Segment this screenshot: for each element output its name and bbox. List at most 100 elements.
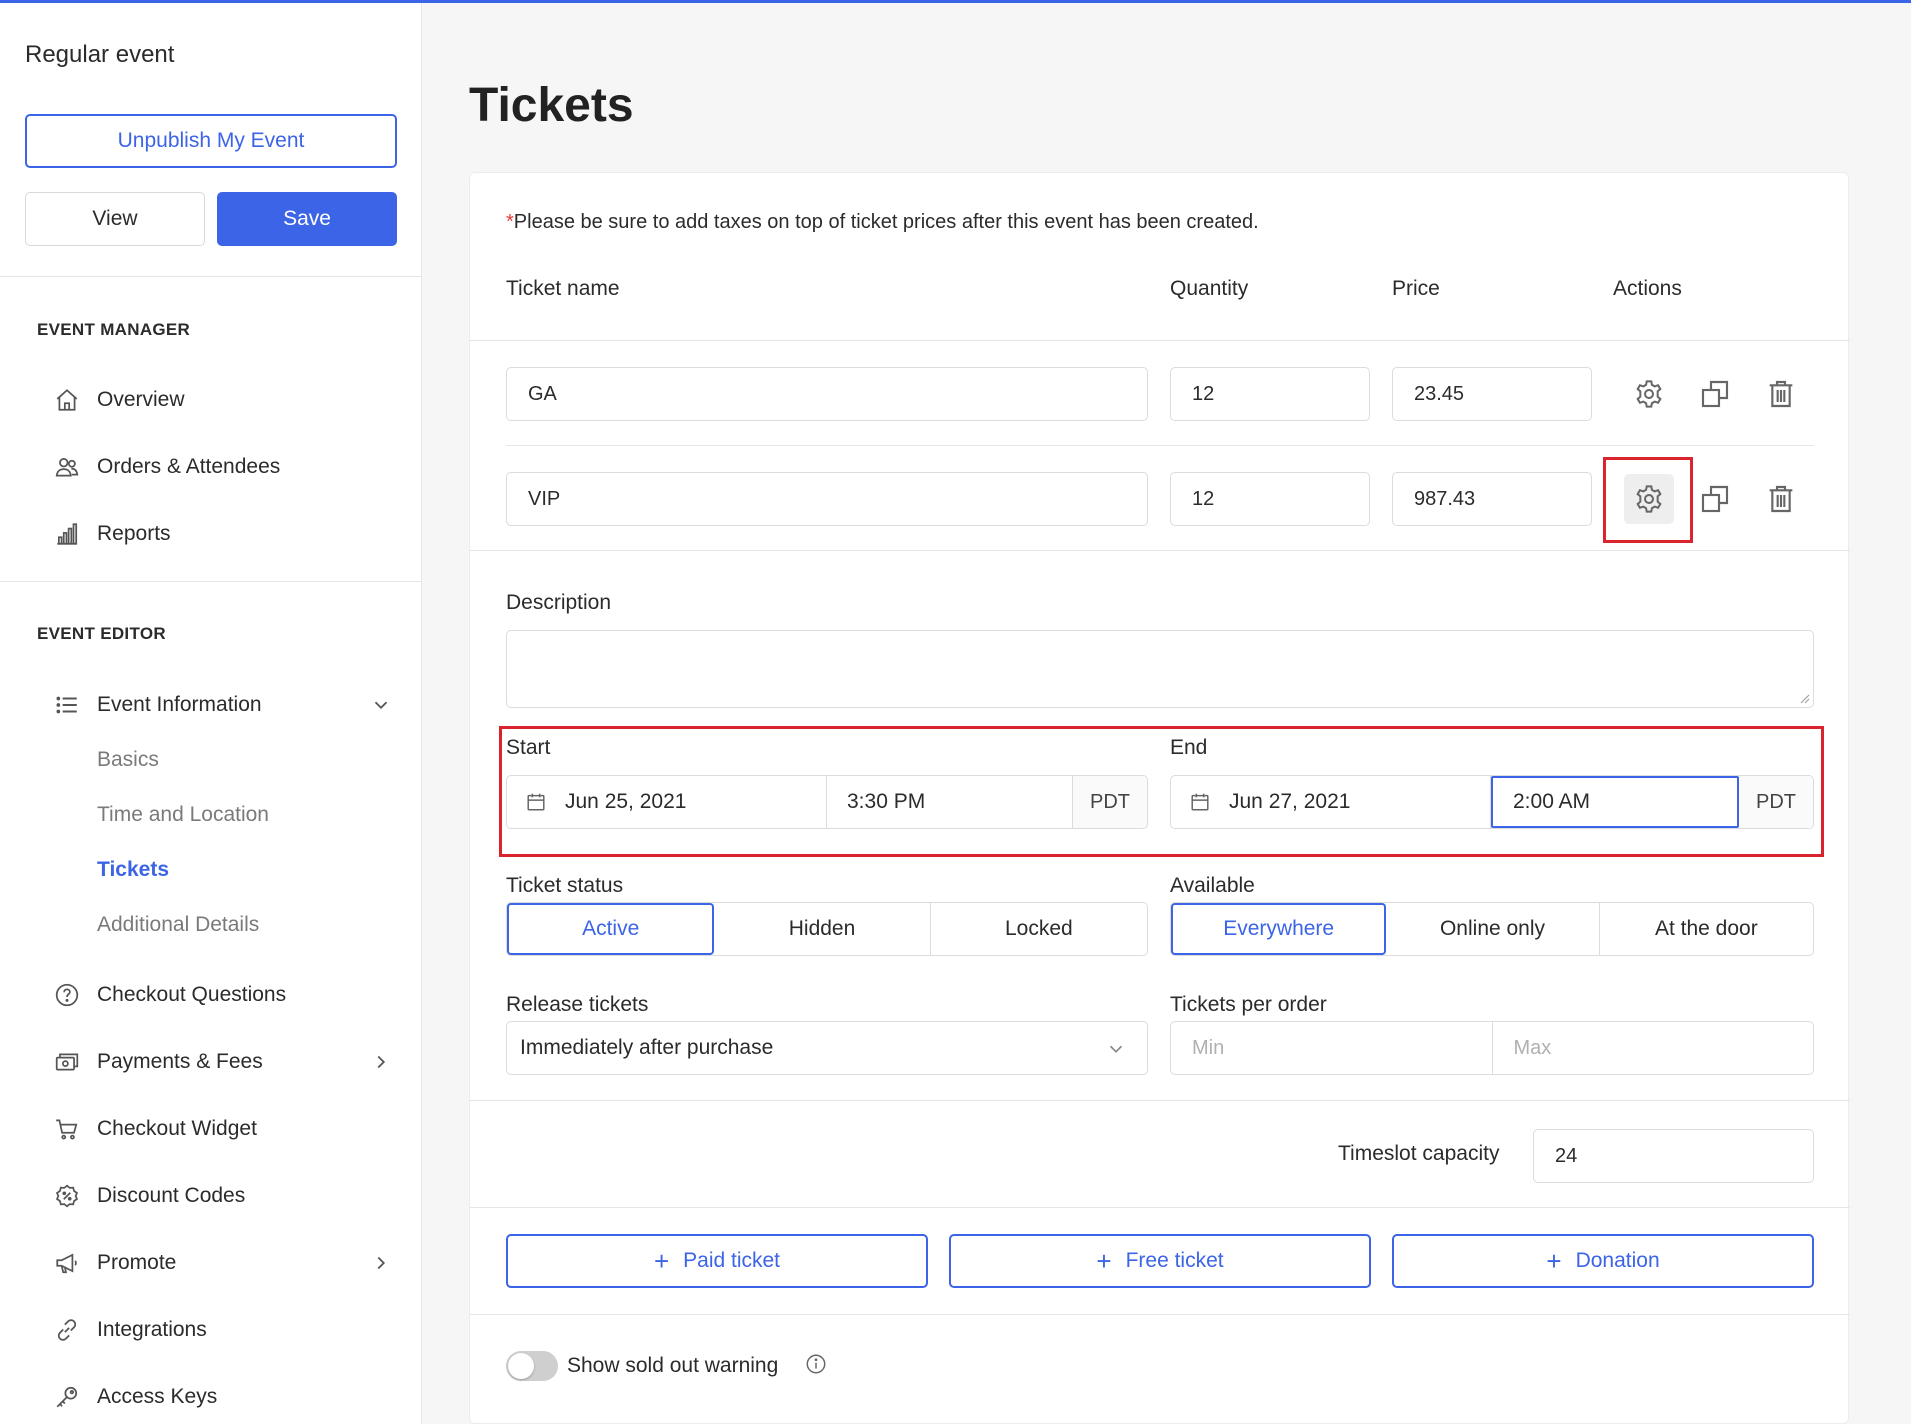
- resize-grip-icon[interactable]: [1798, 692, 1810, 704]
- status-option-active[interactable]: Active: [507, 903, 715, 955]
- sidebar-item-overview[interactable]: Overview: [52, 382, 392, 418]
- section-divider: [470, 1100, 1850, 1101]
- link-icon: [52, 1315, 82, 1345]
- save-button[interactable]: Save: [217, 192, 397, 246]
- sold-out-warning-toggle[interactable]: [506, 1351, 558, 1381]
- gear-icon[interactable]: [1629, 374, 1669, 414]
- release-tickets-select[interactable]: Immediately after purchase: [506, 1021, 1148, 1075]
- chevron-right-icon[interactable]: [370, 1252, 392, 1274]
- sidebar-divider: [0, 581, 421, 582]
- sidebar-item-checkout-questions[interactable]: Checkout Questions: [52, 977, 392, 1013]
- sidebar-subitem-basics[interactable]: Basics: [97, 748, 159, 772]
- release-tickets-value: Immediately after purchase: [520, 1036, 774, 1059]
- unpublish-button[interactable]: Unpublish My Event: [25, 114, 397, 168]
- trash-icon[interactable]: [1761, 374, 1801, 414]
- header-divider: [470, 340, 1850, 341]
- sidebar-item-reports[interactable]: Reports: [52, 516, 392, 552]
- add-free-ticket-button[interactable]: + Free ticket: [949, 1234, 1371, 1288]
- event-editor-heading: EVENT EDITOR: [37, 624, 166, 643]
- bar-chart-icon: [52, 519, 82, 549]
- users-icon: [52, 452, 82, 482]
- ticket-quantity-input[interactable]: 12: [1170, 367, 1370, 421]
- add-free-ticket-label: Free ticket: [1125, 1249, 1224, 1272]
- trash-icon[interactable]: [1761, 479, 1801, 519]
- tax-notice-text: Please be sure to add taxes on top of ti…: [513, 211, 1259, 233]
- ticket-status-label: Ticket status: [506, 874, 624, 897]
- sidebar-item-label: Discount Codes: [97, 1184, 246, 1207]
- sidebar-item-payments-fees[interactable]: Payments & Fees: [52, 1044, 392, 1080]
- sidebar-subitem-tickets[interactable]: Tickets: [97, 858, 169, 882]
- ticket-price-input[interactable]: 23.45: [1392, 367, 1592, 421]
- duplicate-icon[interactable]: [1695, 374, 1735, 414]
- view-button[interactable]: View: [25, 192, 205, 246]
- tickets-per-order-inputs: Min Max: [1170, 1021, 1814, 1075]
- column-header-ticket-name: Ticket name: [506, 277, 620, 300]
- sidebar-item-label: Payments & Fees: [97, 1050, 263, 1073]
- sidebar-item-label: Checkout Questions: [97, 983, 287, 1006]
- max-input[interactable]: Max: [1493, 1022, 1814, 1074]
- sidebar-item-checkout-widget[interactable]: Checkout Widget: [52, 1111, 392, 1147]
- ticket-quantity-input[interactable]: 12: [1170, 472, 1370, 526]
- question-circle-icon: [52, 980, 82, 1010]
- sidebar-item-event-information[interactable]: Event Information: [52, 687, 392, 723]
- info-icon[interactable]: [805, 1353, 827, 1375]
- sidebar-item-label: Event Information: [97, 693, 262, 716]
- available-label: Available: [1170, 874, 1255, 897]
- description-label: Description: [506, 591, 612, 614]
- list-icon: [52, 690, 82, 720]
- sidebar-item-integrations[interactable]: Integrations: [52, 1312, 392, 1348]
- sidebar-item-label: Orders & Attendees: [97, 455, 281, 478]
- add-donation-button[interactable]: + Donation: [1392, 1234, 1814, 1288]
- min-input[interactable]: Min: [1171, 1022, 1493, 1074]
- gear-highlight-box: [1603, 457, 1693, 543]
- key-icon: [52, 1382, 82, 1412]
- available-segmented: Everywhere Online only At the door: [1170, 902, 1814, 956]
- add-paid-ticket-button[interactable]: + Paid ticket: [506, 1234, 928, 1288]
- sidebar-subitem-additional-details[interactable]: Additional Details: [97, 913, 259, 937]
- section-divider: [470, 1314, 1850, 1315]
- sidebar-item-promote[interactable]: Promote: [52, 1245, 392, 1281]
- datetime-highlight-box: [499, 726, 1824, 857]
- plus-icon: +: [1096, 1246, 1112, 1276]
- page-title: Tickets: [469, 79, 634, 132]
- add-paid-ticket-label: Paid ticket: [683, 1249, 781, 1272]
- ticket-price-input[interactable]: 987.43: [1392, 472, 1592, 526]
- sidebar: Regular event Unpublish My Event View Sa…: [0, 3, 422, 1424]
- row-divider: [506, 445, 1814, 446]
- duplicate-icon[interactable]: [1695, 479, 1735, 519]
- column-header-price: Price: [1392, 277, 1440, 300]
- row-divider: [470, 550, 1850, 551]
- column-header-actions: Actions: [1613, 277, 1682, 300]
- payments-icon: [52, 1047, 82, 1077]
- sidebar-item-label: Overview: [97, 388, 185, 411]
- ticket-name-input[interactable]: GA: [506, 367, 1148, 421]
- status-option-hidden[interactable]: Hidden: [714, 903, 931, 955]
- home-icon: [52, 385, 82, 415]
- status-option-locked[interactable]: Locked: [931, 903, 1147, 955]
- add-donation-label: Donation: [1575, 1249, 1660, 1272]
- release-tickets-label: Release tickets: [506, 993, 649, 1016]
- tax-notice: *Please be sure to add taxes on top of t…: [506, 211, 1259, 234]
- sidebar-item-access-keys[interactable]: Access Keys: [52, 1379, 392, 1415]
- chevron-down-icon: [1109, 1045, 1123, 1053]
- sold-out-warning-label: Show sold out warning: [567, 1354, 779, 1377]
- sidebar-item-discount-codes[interactable]: Discount Codes: [52, 1178, 392, 1214]
- plus-icon: +: [653, 1246, 670, 1276]
- sidebar-item-label: Reports: [97, 522, 171, 545]
- sidebar-subitem-time-location[interactable]: Time and Location: [97, 803, 269, 827]
- available-option-at-the-door[interactable]: At the door: [1600, 903, 1813, 955]
- timeslot-capacity-input[interactable]: 24: [1533, 1129, 1814, 1183]
- description-textarea[interactable]: [506, 630, 1814, 708]
- ticket-name-input[interactable]: VIP: [506, 472, 1148, 526]
- cart-icon: [52, 1114, 82, 1144]
- chevron-down-icon[interactable]: [370, 694, 392, 716]
- discount-icon: [52, 1181, 82, 1211]
- plus-icon: +: [1546, 1246, 1562, 1276]
- toggle-knob: [508, 1353, 534, 1379]
- available-option-everywhere[interactable]: Everywhere: [1171, 903, 1387, 955]
- sidebar-item-label: Promote: [97, 1251, 177, 1274]
- sidebar-item-orders-attendees[interactable]: Orders & Attendees: [52, 449, 392, 485]
- chevron-right-icon[interactable]: [370, 1051, 392, 1073]
- timeslot-capacity-label: Timeslot capacity: [1338, 1142, 1500, 1165]
- available-option-online-only[interactable]: Online only: [1386, 903, 1600, 955]
